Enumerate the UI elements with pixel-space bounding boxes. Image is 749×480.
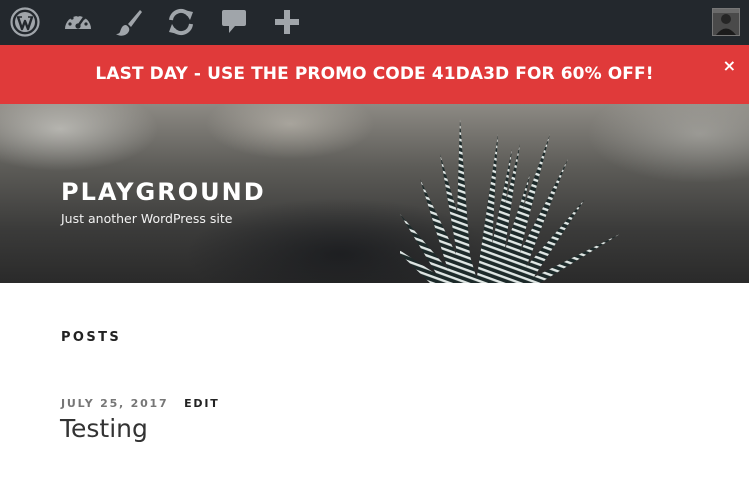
- new-content-plus-icon[interactable]: [271, 6, 303, 38]
- customize-brush-icon[interactable]: [113, 6, 145, 38]
- posts-heading: POSTS: [61, 330, 122, 345]
- wordpress-logo-icon[interactable]: [9, 6, 41, 38]
- site-title[interactable]: PLAYGROUND: [61, 178, 266, 206]
- comments-icon[interactable]: [218, 6, 250, 38]
- updates-icon[interactable]: [165, 6, 197, 38]
- site-description: Just another WordPress site: [61, 211, 233, 226]
- post-meta: JULY 25, 2017 EDIT: [61, 397, 220, 410]
- header-plant-image: [400, 119, 620, 283]
- promo-text: LAST DAY - USE THE PROMO CODE 41DA3D FOR…: [95, 64, 654, 84]
- user-avatar[interactable]: [712, 8, 740, 36]
- post-date[interactable]: JULY 25, 2017: [61, 397, 168, 410]
- site-header: PLAYGROUND Just another WordPress site: [0, 104, 749, 283]
- close-icon[interactable]: ×: [723, 56, 736, 75]
- admin-bar: [0, 0, 749, 45]
- dashboard-icon[interactable]: [62, 6, 94, 38]
- post-edit-link[interactable]: EDIT: [184, 397, 219, 410]
- post-title[interactable]: Testing: [60, 414, 148, 443]
- promo-banner: LAST DAY - USE THE PROMO CODE 41DA3D FOR…: [0, 45, 749, 104]
